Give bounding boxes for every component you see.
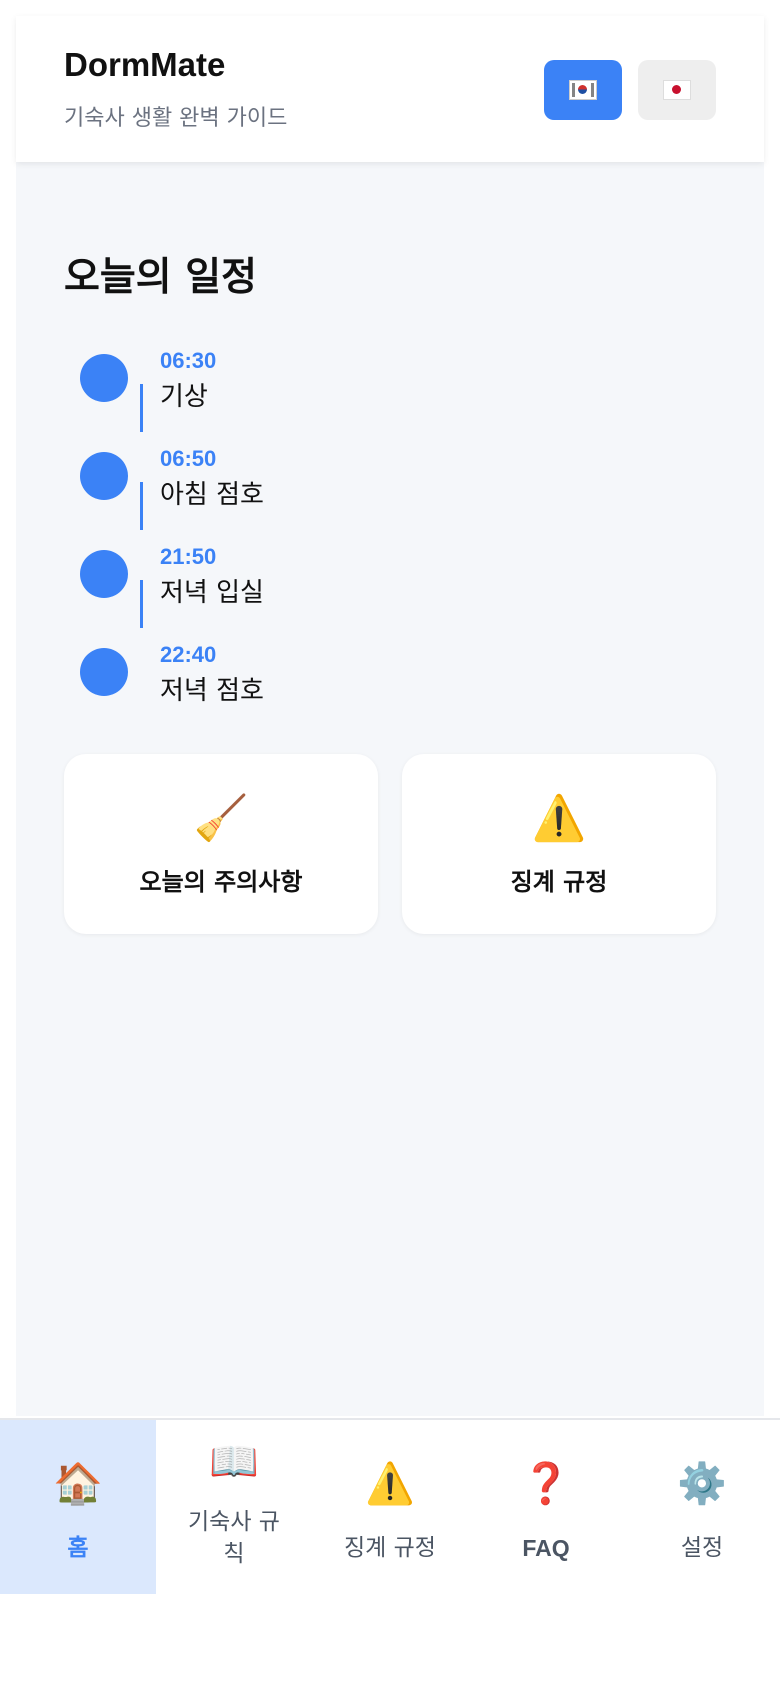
language-japanese-button[interactable] (638, 60, 716, 120)
japan-flag-icon (663, 80, 691, 100)
card-label: 징계 규정 (510, 868, 608, 896)
schedule-item: 22:40 저녁 점호 (64, 580, 664, 728)
nav-dorm-rules[interactable]: 📖 기숙사 규칙 (156, 1420, 312, 1594)
timeline-dot (80, 354, 128, 402)
app-subtitle: 기숙사 생활 완벽 가이드 (64, 106, 288, 131)
timeline-dot (80, 452, 128, 500)
schedule-item: 06:30 기상 (64, 336, 664, 434)
home-icon: 🏠 (53, 1461, 103, 1507)
question-icon: ❓ (521, 1461, 571, 1507)
quick-cards: 🧹 오늘의 주의사항 ⚠️ 징계 규정 (64, 754, 716, 934)
discipline-rules-card[interactable]: ⚠️ 징계 규정 (402, 754, 716, 934)
book-icon: 📖 (209, 1439, 259, 1485)
schedule-time: 21:50 (160, 544, 217, 569)
schedule-timeline: 06:30 기상 06:50 아침 점호 21:50 저녁 입실 22:40 저… (64, 336, 664, 728)
nav-label: 설정 (680, 1535, 724, 1561)
timeline-connector (140, 384, 143, 432)
nav-label: FAQ (522, 1535, 570, 1561)
nav-home[interactable]: 🏠 홈 (0, 1420, 156, 1594)
schedule-time: 22:40 (160, 642, 217, 667)
nav-label: 징계 규정 (344, 1535, 436, 1561)
schedule-title: 오늘의 일정 (64, 255, 257, 300)
warning-icon: ⚠️ (365, 1461, 415, 1507)
timeline-dot (80, 648, 128, 696)
schedule-label: 기상 (160, 382, 208, 412)
gear-icon: ⚙️ (677, 1461, 727, 1507)
korea-flag-icon (569, 80, 597, 100)
card-label: 오늘의 주의사항 (139, 868, 303, 896)
timeline-dot (80, 550, 128, 598)
schedule-label: 저녁 입실 (160, 578, 264, 608)
language-korean-button[interactable] (544, 60, 622, 120)
broom-icon: 🧹 (193, 793, 249, 844)
schedule-item: 21:50 저녁 입실 (64, 482, 664, 630)
app-container: DormMate 기숙사 생활 완벽 가이드 오늘의 일정 06:30 기상 0… (16, 16, 764, 1416)
today-notice-card[interactable]: 🧹 오늘의 주의사항 (64, 754, 378, 934)
nav-settings[interactable]: ⚙️ 설정 (624, 1420, 780, 1594)
nav-discipline[interactable]: ⚠️ 징계 규정 (312, 1420, 468, 1594)
schedule-time: 06:50 (160, 446, 217, 471)
schedule-time: 06:30 (160, 348, 217, 373)
app-title: DormMate (64, 46, 226, 83)
warning-icon: ⚠️ (531, 793, 587, 844)
nav-label: 기숙사 규칙 (188, 1509, 280, 1567)
schedule-item: 06:50 아침 점호 (64, 384, 664, 532)
nav-label: 홈 (67, 1535, 89, 1561)
bottom-navigation: 🏠 홈 📖 기숙사 규칙 ⚠️ 징계 규정 ❓ FAQ ⚙️ 설정 (0, 1418, 780, 1594)
schedule-label: 저녁 점호 (160, 676, 264, 706)
schedule-label: 아침 점호 (160, 480, 264, 510)
timeline-connector (140, 482, 143, 530)
timeline-connector (140, 580, 143, 628)
app-header: DormMate 기숙사 생활 완벽 가이드 (16, 16, 764, 162)
nav-faq[interactable]: ❓ FAQ (468, 1420, 624, 1594)
